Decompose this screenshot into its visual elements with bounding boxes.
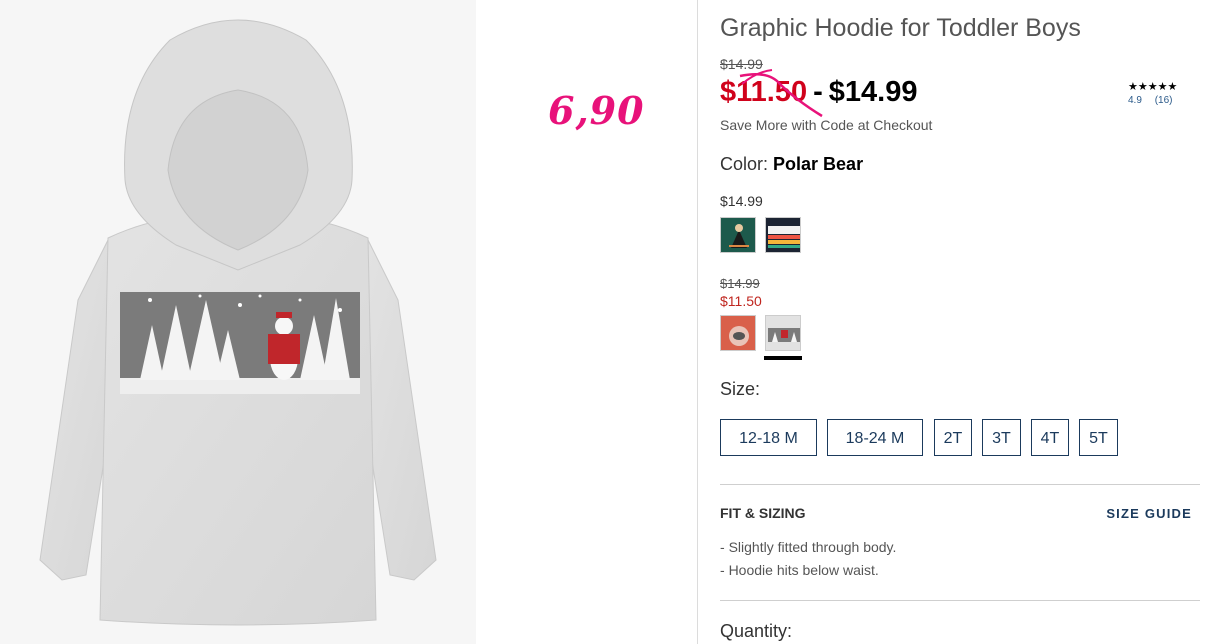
product-details: Graphic Hoodie for Toddler Boys $14.99 $…: [720, 0, 1200, 644]
swatch-group-price: $14.99: [720, 193, 763, 209]
color-swatch-skier[interactable]: [720, 217, 756, 253]
promo-text: Save More with Code at Checkout: [720, 117, 933, 133]
size-option-5t[interactable]: 5T: [1079, 419, 1118, 456]
color-heading: Color: Polar Bear: [720, 154, 863, 175]
rating-score: 4.9: [1128, 95, 1142, 106]
product-image: [0, 0, 476, 644]
section-divider: [720, 484, 1200, 485]
color-label: Color:: [720, 154, 769, 174]
quantity-label: Quantity:: [720, 621, 793, 641]
size-option-2t[interactable]: 2T: [934, 419, 972, 456]
handwritten-price-annotation: 6,90: [548, 88, 645, 133]
column-divider: [697, 0, 698, 644]
handwritten-strike-mark: [739, 69, 823, 118]
color-swatch-cozy-sloth[interactable]: [720, 315, 756, 351]
selected-swatch-indicator: [764, 356, 802, 360]
list-item: Hoodie hits below waist.: [720, 562, 896, 585]
review-count[interactable]: (16): [1155, 95, 1173, 106]
fit-sizing-heading: FIT & SIZING: [720, 505, 806, 521]
hoodie-illustration: [39, 19, 437, 626]
size-option-3t[interactable]: 3T: [982, 419, 1021, 456]
color-swatch-polar-bear[interactable]: [765, 315, 801, 351]
swatch-group-original-price: $14.99: [720, 276, 760, 291]
fit-details-list: Slightly fitted through body. Hoodie hit…: [720, 539, 897, 585]
swatch-polar-bear-icon: [766, 316, 800, 350]
product-rating[interactable]: ★★★★★ 4.9 (16): [1128, 80, 1200, 106]
selected-color-name: Polar Bear: [773, 154, 864, 174]
swatch-going-places-icon: [766, 218, 800, 252]
rating-stars-icon: ★★★★★: [1128, 81, 1178, 93]
section-divider: [720, 600, 1200, 601]
size-option-12-18m[interactable]: 12-18 M: [720, 419, 817, 456]
swatch-skier-icon: [721, 218, 755, 252]
product-title: Graphic Hoodie for Toddler Boys: [720, 14, 1081, 42]
size-option-18-24m[interactable]: 18-24 M: [827, 419, 923, 456]
size-option-4t[interactable]: 4T: [1031, 419, 1069, 456]
size-label: Size:: [720, 379, 761, 399]
swatch-group-sale-price: $11.50: [720, 293, 762, 309]
size-guide-link[interactable]: SIZE GUIDE: [1106, 506, 1192, 521]
swatch-cozy-sloth-icon: [721, 316, 755, 350]
list-item: Slightly fitted through body.: [720, 539, 897, 562]
color-swatch-going-places[interactable]: [765, 217, 801, 253]
regular-price: $14.99: [828, 76, 918, 108]
